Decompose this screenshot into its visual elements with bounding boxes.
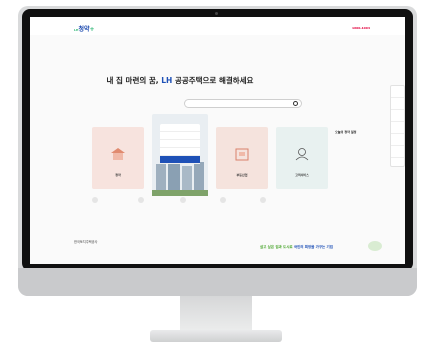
monitor-stand-base: [150, 330, 282, 342]
card-customer-service-label: 고객서비스: [295, 173, 309, 177]
quick-link-icon: [260, 197, 266, 203]
screen: LH청약+ 1600-1004 내 집 마련의 꿈, LH 공공주택으로 해결하…: [30, 17, 405, 264]
quick-link-icon: [138, 197, 144, 203]
quick-link-icon: [180, 197, 186, 203]
card-subscription[interactable]: 청약: [92, 127, 144, 189]
hotline-label: 1600-1004: [352, 26, 370, 30]
right-menu-item[interactable]: [391, 146, 404, 158]
hero-text-after: 공공주택으로 해결하세요: [174, 76, 254, 85]
quick-link[interactable]: [92, 197, 100, 205]
quick-link[interactable]: [260, 197, 268, 205]
monitor-chin: [18, 268, 417, 296]
site-header: LH청약+ 1600-1004: [30, 17, 405, 35]
card-real-estate[interactable]: 부동산업: [216, 127, 268, 189]
slogan-main: 국민의 희망을 가꾸는 기업: [293, 245, 333, 249]
monitor-frame: LH청약+ 1600-1004 내 집 마련의 꿈, LH 공공주택으로 해결하…: [18, 6, 417, 296]
quick-link-icon: [92, 197, 98, 203]
customer-service-icon: [295, 148, 309, 161]
footer-slogan: 살고 싶은 집과 도시로 국민의 희망을 가꾸는 기업: [260, 245, 333, 250]
logo-plus: +: [89, 26, 95, 33]
search-icon[interactable]: [293, 101, 298, 106]
monitor-bezel: LH청약+ 1600-1004 내 집 마련의 꿈, LH 공공주택으로 해결하…: [22, 9, 413, 271]
search-bar[interactable]: [184, 99, 302, 108]
right-menu-item[interactable]: [391, 110, 404, 122]
schedule-row[interactable]: [335, 159, 393, 164]
menu-item[interactable]: [160, 148, 200, 156]
right-menu-item[interactable]: [391, 98, 404, 110]
footer-org: 한국토지주택공사: [74, 239, 97, 244]
webcam-dot: [215, 12, 218, 15]
building-icon: [235, 148, 249, 161]
menu-item[interactable]: [160, 132, 200, 140]
house-icon: [111, 148, 125, 160]
menu-item[interactable]: [160, 140, 200, 148]
footer-org-name: 한국토지주택공사: [74, 240, 98, 244]
quick-link-icon: [220, 197, 226, 203]
card-real-estate-label: 부동산업: [236, 173, 248, 177]
quick-link[interactable]: [220, 197, 228, 205]
right-quick-menu: [390, 85, 405, 167]
logo-main: 청약: [78, 26, 90, 33]
right-menu-item[interactable]: [391, 122, 404, 134]
site-logo[interactable]: LH청약+: [74, 24, 95, 33]
right-menu-item[interactable]: [391, 86, 404, 98]
card-subscription-label: 청약: [115, 173, 121, 177]
menu-item-active[interactable]: [160, 156, 200, 164]
quick-link[interactable]: [180, 197, 188, 205]
monitor-stand-neck: [180, 296, 252, 332]
today-schedule-panel: 오늘의 청약 일정: [335, 130, 393, 190]
quick-link[interactable]: [138, 197, 146, 205]
hero-title: 내 집 마련의 꿈, LH 공공주택으로 해결하세요: [30, 75, 330, 86]
card-customer-service[interactable]: 고객서비스: [276, 127, 328, 189]
slogan-pre: 살고 싶은 집과 도시로: [260, 245, 293, 249]
hero-text-before: 내 집 마련의 꿈,: [106, 76, 159, 85]
menu-item[interactable]: [160, 124, 200, 132]
dropdown-menu: [160, 124, 200, 164]
hero-brand: LH: [161, 76, 173, 85]
card-apartment-menu[interactable]: [152, 114, 208, 196]
right-menu-item[interactable]: [391, 134, 404, 146]
hotline-number: 1600-1004: [352, 26, 370, 30]
lh-emblem-icon: [368, 241, 382, 251]
